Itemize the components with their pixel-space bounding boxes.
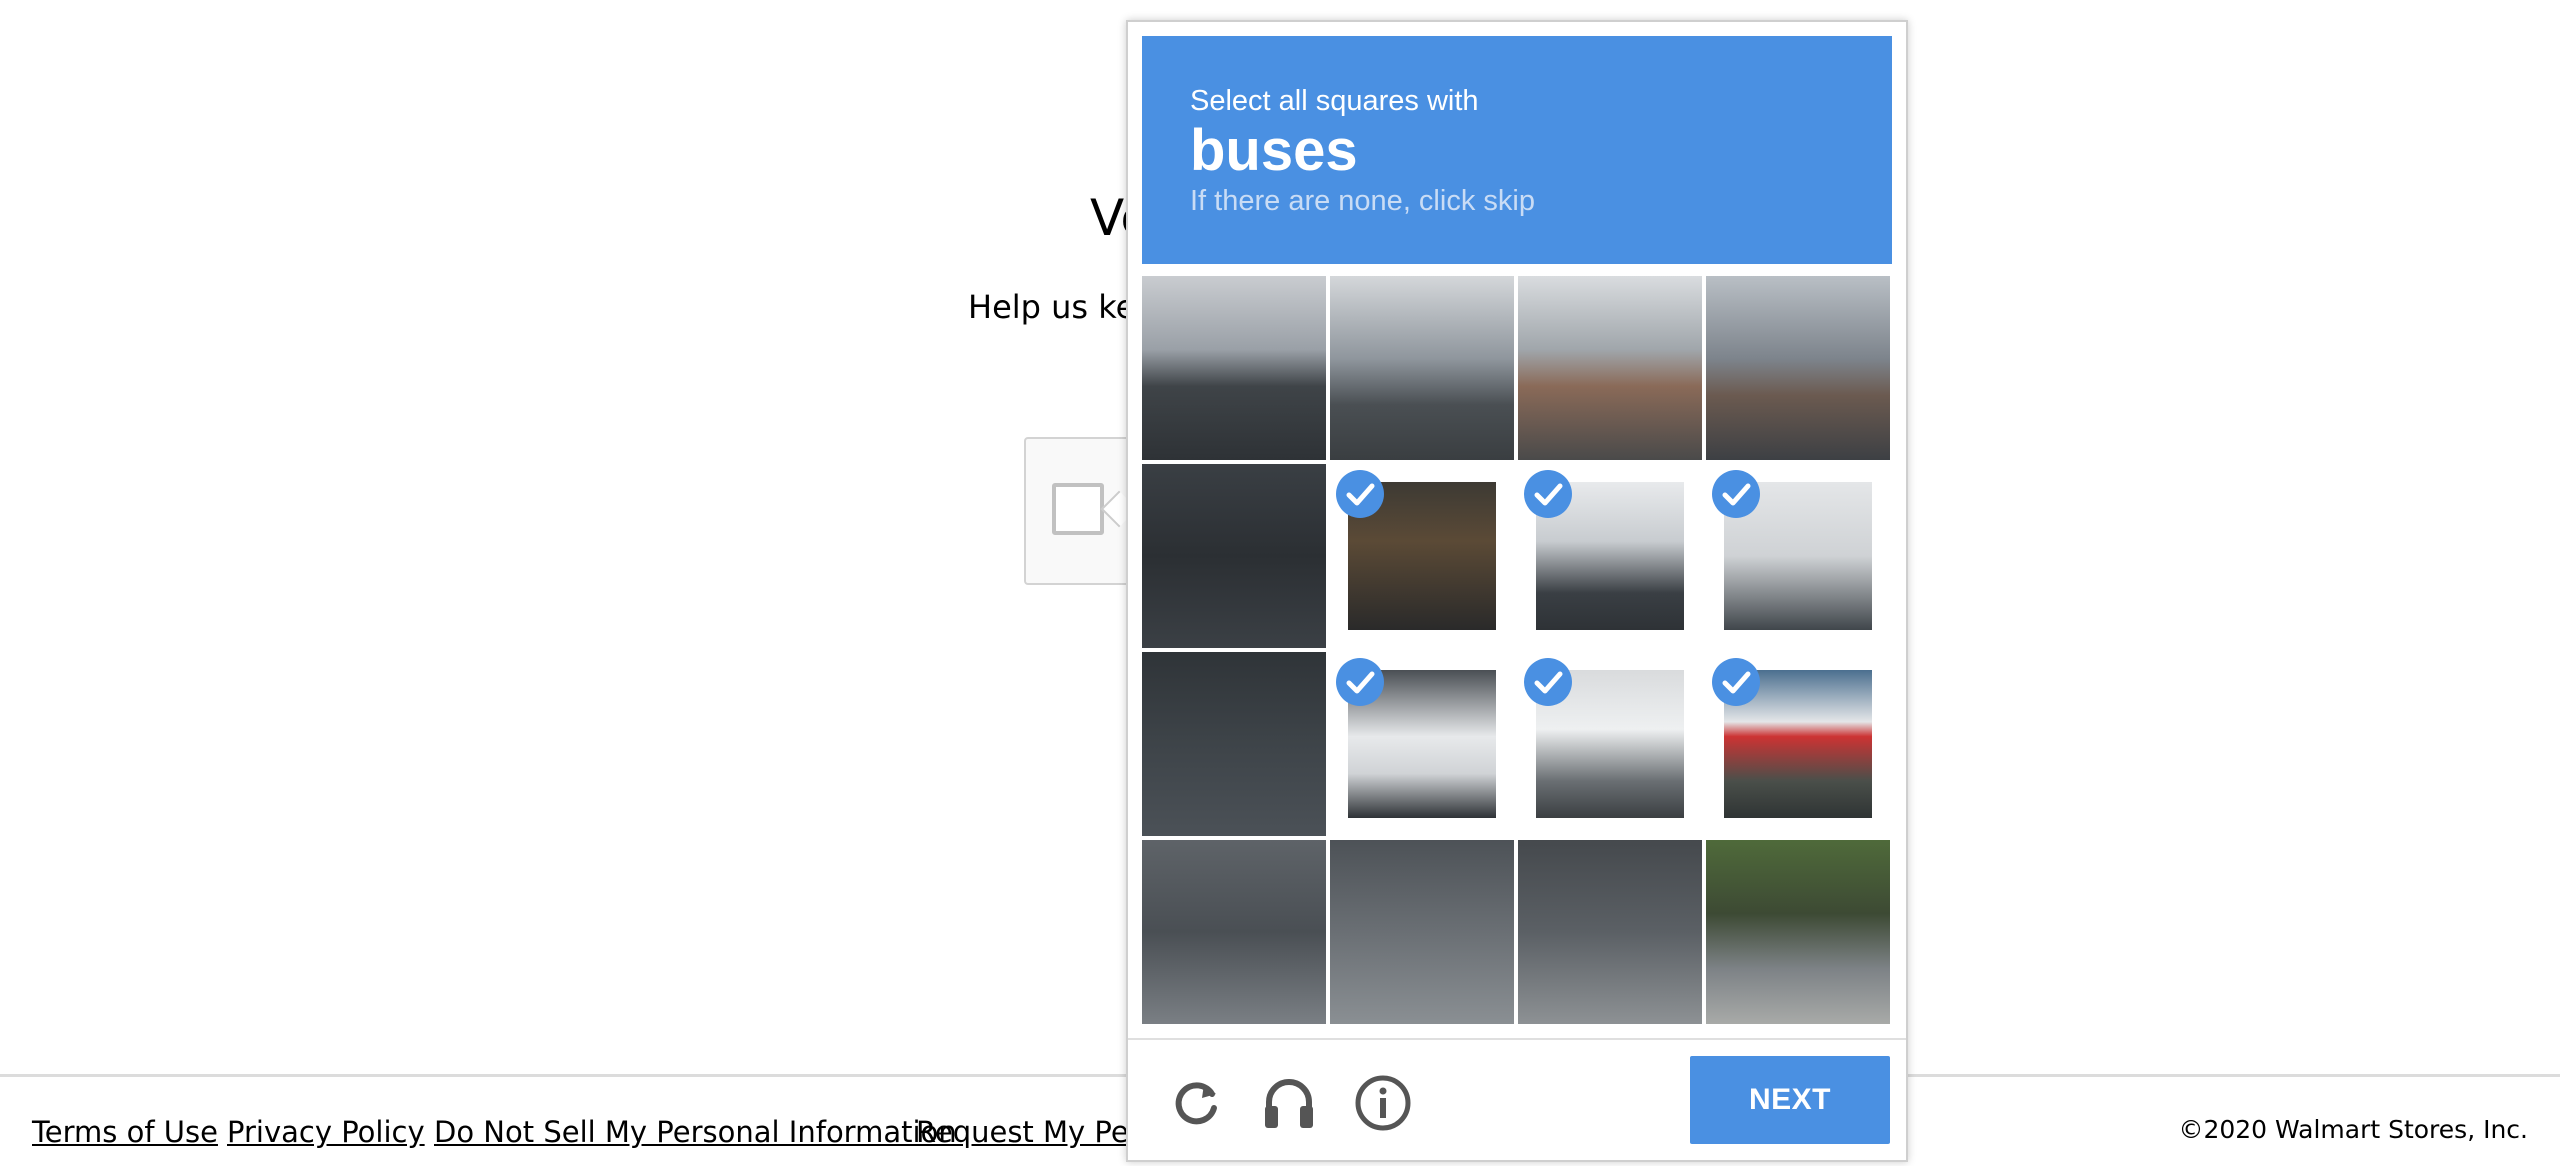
footer-copyright: ©2020 Walmart Stores, Inc.	[2178, 1115, 2528, 1144]
checkmark-icon	[1524, 470, 1572, 518]
tile-image	[1706, 840, 1890, 1024]
next-button[interactable]: NEXT	[1690, 1056, 1890, 1144]
checkmark-icon	[1712, 470, 1760, 518]
image-tile[interactable]	[1142, 652, 1326, 836]
headphones-icon[interactable]	[1260, 1074, 1318, 1132]
checkmark-icon	[1336, 470, 1384, 518]
tile-image	[1330, 276, 1514, 460]
footer-link-privacy[interactable]: Privacy Policy	[227, 1115, 425, 1149]
challenge-footer: NEXT	[1128, 1038, 1906, 1162]
checkmark-icon	[1336, 658, 1384, 706]
captcha-challenge-dialog: Select all squares with buses If there a…	[1126, 20, 1908, 1162]
image-tile[interactable]	[1142, 840, 1326, 1024]
tile-image	[1142, 276, 1326, 460]
tile-image	[1706, 276, 1890, 460]
tile-image	[1518, 840, 1702, 1024]
footer-link-terms[interactable]: Terms of Use	[32, 1115, 218, 1149]
instruction-text: Select all squares with	[1190, 85, 1479, 117]
reload-icon[interactable]	[1168, 1074, 1226, 1132]
image-tile[interactable]	[1330, 840, 1514, 1024]
image-tile[interactable]	[1518, 464, 1702, 648]
image-tile[interactable]	[1330, 276, 1514, 460]
skip-hint-text: If there are none, click skip	[1190, 185, 1535, 217]
image-tile[interactable]	[1330, 652, 1514, 836]
image-tile[interactable]	[1518, 840, 1702, 1024]
image-tile[interactable]	[1142, 276, 1326, 460]
tile-image	[1518, 276, 1702, 460]
image-tile[interactable]	[1518, 652, 1702, 836]
tile-image	[1142, 652, 1326, 836]
challenge-header: Select all squares with buses If there a…	[1142, 36, 1892, 264]
target-object-text: buses	[1190, 118, 1358, 183]
image-tile[interactable]	[1518, 276, 1702, 460]
checkmark-icon	[1712, 658, 1760, 706]
image-tile[interactable]	[1706, 464, 1890, 648]
checkmark-icon	[1524, 658, 1572, 706]
image-tile[interactable]	[1706, 652, 1890, 836]
image-grid	[1142, 276, 1892, 1026]
tile-image	[1142, 464, 1326, 648]
tile-image	[1142, 840, 1326, 1024]
recaptcha-checkbox[interactable]	[1052, 483, 1104, 535]
tile-image	[1330, 840, 1514, 1024]
image-tile[interactable]	[1142, 464, 1326, 648]
image-tile[interactable]	[1706, 840, 1890, 1024]
image-tile[interactable]	[1330, 464, 1514, 648]
image-tile[interactable]	[1706, 276, 1890, 460]
info-icon[interactable]	[1354, 1074, 1412, 1132]
footer-link-do-not-sell[interactable]: Do Not Sell My Personal Information	[434, 1115, 957, 1149]
